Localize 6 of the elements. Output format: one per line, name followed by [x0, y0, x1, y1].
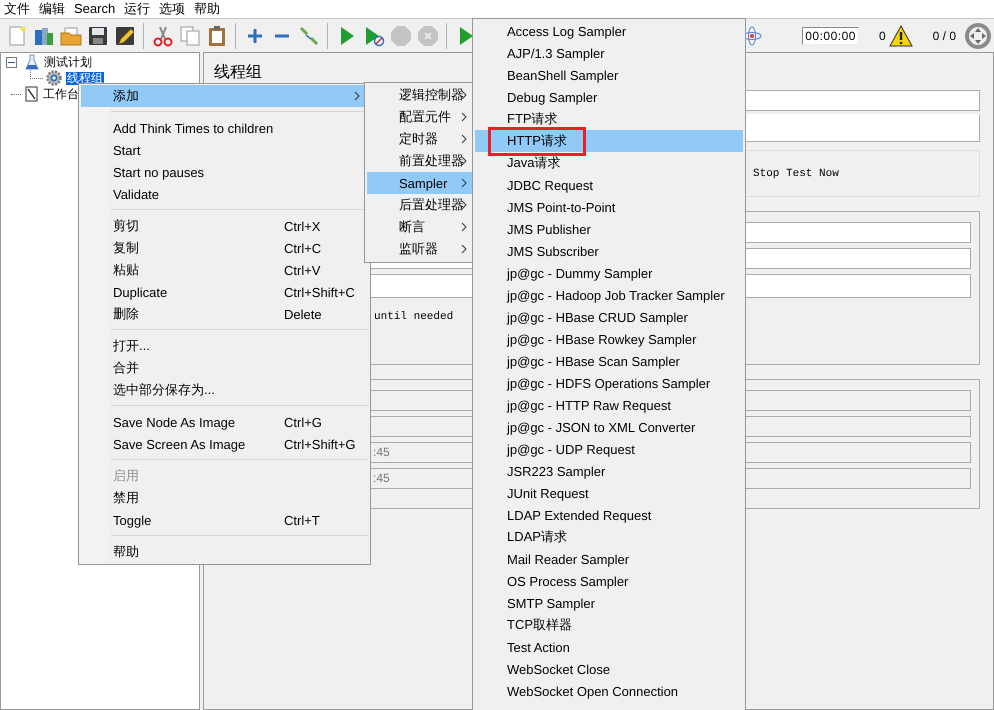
error-count: 0 [878, 28, 886, 42]
thread-count: 0 / 0 [932, 28, 956, 42]
radio-label: Stop Test Now [753, 168, 839, 180]
panel-title: 线程组 [214, 62, 262, 83]
elapsed-time: 00:00:00 [802, 26, 859, 44]
checkbox-label: until needed [374, 311, 454, 323]
